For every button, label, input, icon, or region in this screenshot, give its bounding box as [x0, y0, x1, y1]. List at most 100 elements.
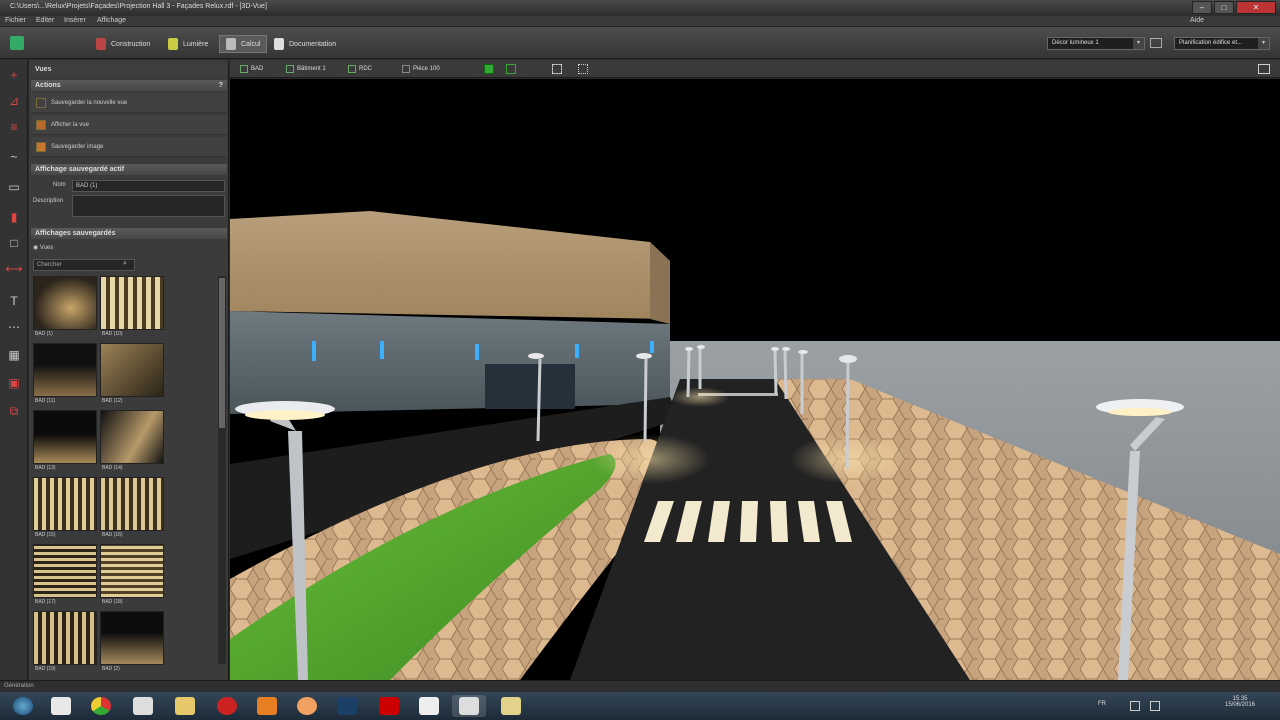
- view-thumbnail[interactable]: BAD (17): [33, 544, 97, 608]
- taskbar-app[interactable]: [494, 695, 528, 717]
- 3d-viewport[interactable]: [230, 79, 1280, 680]
- refresh-icon[interactable]: [506, 64, 516, 74]
- saved-filter[interactable]: ◉ Vues: [33, 244, 63, 254]
- help-menu[interactable]: Aide: [1190, 17, 1204, 24]
- scrollbar-thumb[interactable]: [219, 278, 225, 428]
- room-icon: [402, 65, 410, 73]
- door-tool-icon[interactable]: □: [4, 232, 24, 254]
- view-thumbnail[interactable]: BAD (10): [100, 276, 164, 340]
- view-camera-button[interactable]: BAD: [240, 63, 263, 75]
- network-icon[interactable]: [1130, 701, 1140, 711]
- tab-label: Construction: [111, 40, 151, 48]
- dimension-tool-icon[interactable]: T: [4, 290, 24, 312]
- minimize-button[interactable]: –: [1192, 1, 1212, 14]
- building-select[interactable]: Bâtiment 1: [286, 63, 326, 75]
- show-view-button[interactable]: Afficher la vue: [31, 115, 227, 135]
- view-thumbnail[interactable]: BAD (14): [100, 410, 164, 474]
- title-bar: C:\Users\...\Relux\Projets\Façades\Proje…: [0, 0, 1280, 16]
- monitor-icon[interactable]: [1258, 64, 1270, 74]
- chevron-down-icon: ▾: [1258, 38, 1269, 49]
- tab-documentation[interactable]: Documentation: [268, 35, 342, 53]
- view-thumbnail[interactable]: BAD (18): [100, 544, 164, 608]
- acrobat-icon: [217, 697, 237, 715]
- taskbar-app-active[interactable]: [452, 695, 486, 717]
- view-preview: [100, 477, 164, 531]
- view-thumbnail[interactable]: BAD (1): [33, 276, 97, 340]
- thumbnail-scrollbar[interactable]: [218, 276, 226, 664]
- menu-item-file[interactable]: Fichier: [5, 17, 26, 24]
- taskbar-app[interactable]: [84, 695, 118, 717]
- taskbar-app[interactable]: [210, 695, 244, 717]
- lamp-icon: [168, 38, 178, 50]
- save-new-view-button[interactable]: Sauvegarder la nouvelle vue: [31, 93, 227, 113]
- view-thumbnail[interactable]: BAD (16): [100, 477, 164, 541]
- home-icon[interactable]: [10, 36, 24, 50]
- photos-icon: [501, 697, 521, 715]
- view-preview: [100, 611, 164, 665]
- left-toolbar: + ⊿ ≡ ~ ▭ ▮ □ ⟷ T ⋯ ▦ ▣ ⧉: [0, 60, 28, 680]
- save-image-button[interactable]: Sauvegarder image: [31, 137, 227, 157]
- clock[interactable]: 15:35 15/06/2016: [1218, 696, 1262, 708]
- measure-tool-icon[interactable]: ▦: [4, 344, 24, 366]
- object-tool-icon[interactable]: ▮: [4, 206, 24, 228]
- relux-icon: [459, 697, 479, 715]
- view-preview: [33, 343, 97, 397]
- view-thumbnail[interactable]: BAD (2): [100, 611, 164, 675]
- folder-icon: [175, 697, 195, 715]
- tab-construction[interactable]: Construction: [90, 35, 156, 53]
- view-thumbnail[interactable]: BAD (13): [33, 410, 97, 474]
- maximize-button[interactable]: □: [1214, 1, 1234, 14]
- volume-icon[interactable]: [1150, 701, 1160, 711]
- add-tool-icon[interactable]: +: [4, 64, 24, 86]
- grid-tool-icon[interactable]: ▣: [4, 372, 24, 394]
- taskbar-app[interactable]: [250, 695, 284, 717]
- close-button[interactable]: ✕: [1236, 1, 1276, 14]
- tab-calculation[interactable]: Calcul: [219, 35, 268, 53]
- view-preview: [100, 276, 164, 330]
- floor-select[interactable]: RDC: [348, 63, 372, 75]
- action-label: Sauvegarder la nouvelle vue: [51, 99, 128, 106]
- language-indicator[interactable]: FR: [1098, 701, 1106, 707]
- slab-tool-icon[interactable]: ▭: [4, 176, 24, 198]
- monitor-icon[interactable]: [1150, 38, 1162, 48]
- actions-header: Actions ?: [31, 80, 227, 91]
- wall-tool-icon[interactable]: ⊿: [4, 90, 24, 112]
- office-icon: [257, 697, 277, 715]
- fit-view-icon[interactable]: [552, 64, 562, 74]
- taskbar-app[interactable]: [412, 695, 446, 717]
- view-thumbnail[interactable]: BAD (19): [33, 611, 97, 675]
- taskbar-app[interactable]: [330, 695, 364, 717]
- taskbar-app[interactable]: [126, 695, 160, 717]
- search-input[interactable]: Chercher: [33, 259, 135, 271]
- thumbnail-grid: BAD (1) BAD (10) BAD (11) BAD (12) BAD (…: [31, 276, 217, 672]
- thumbnail-label: BAD (12): [102, 398, 123, 404]
- scene-select[interactable]: Décor lumineux 1 ▾: [1047, 37, 1145, 50]
- image-tool-icon[interactable]: ⧉: [4, 400, 24, 422]
- window-tool-icon[interactable]: ⟷: [4, 258, 24, 280]
- taskbar-app[interactable]: [290, 695, 324, 717]
- plan-select[interactable]: Planification édifice et... ▾: [1174, 37, 1270, 50]
- start-button[interactable]: [6, 695, 40, 717]
- description-field[interactable]: [72, 195, 225, 217]
- render-icon[interactable]: [484, 64, 494, 74]
- room-select[interactable]: Pièce 100: [402, 63, 440, 75]
- name-field[interactable]: BAD (1): [72, 180, 225, 192]
- help-icon[interactable]: ?: [219, 82, 223, 89]
- view-thumbnail[interactable]: BAD (11): [33, 343, 97, 407]
- zoom-extent-icon[interactable]: [578, 64, 588, 74]
- taskbar-app[interactable]: [44, 695, 78, 717]
- floor-tool-icon[interactable]: ≡: [4, 116, 24, 138]
- text-tool-icon[interactable]: ⋯: [4, 316, 24, 338]
- taskbar-app[interactable]: [168, 695, 202, 717]
- view-preview: [33, 544, 97, 598]
- tab-light[interactable]: Lumière: [162, 35, 214, 53]
- taskbar-app[interactable]: [372, 695, 406, 717]
- view-preview: [100, 410, 164, 464]
- menu-item-view[interactable]: Affichage: [97, 17, 126, 24]
- search-icon[interactable]: ⌕: [123, 260, 133, 270]
- view-thumbnail[interactable]: BAD (15): [33, 477, 97, 541]
- menu-item-insert[interactable]: Insérer: [64, 17, 86, 24]
- roof-tool-icon[interactable]: ~: [4, 146, 24, 168]
- view-thumbnail[interactable]: BAD (12): [100, 343, 164, 407]
- menu-item-edit[interactable]: Editer: [36, 17, 54, 24]
